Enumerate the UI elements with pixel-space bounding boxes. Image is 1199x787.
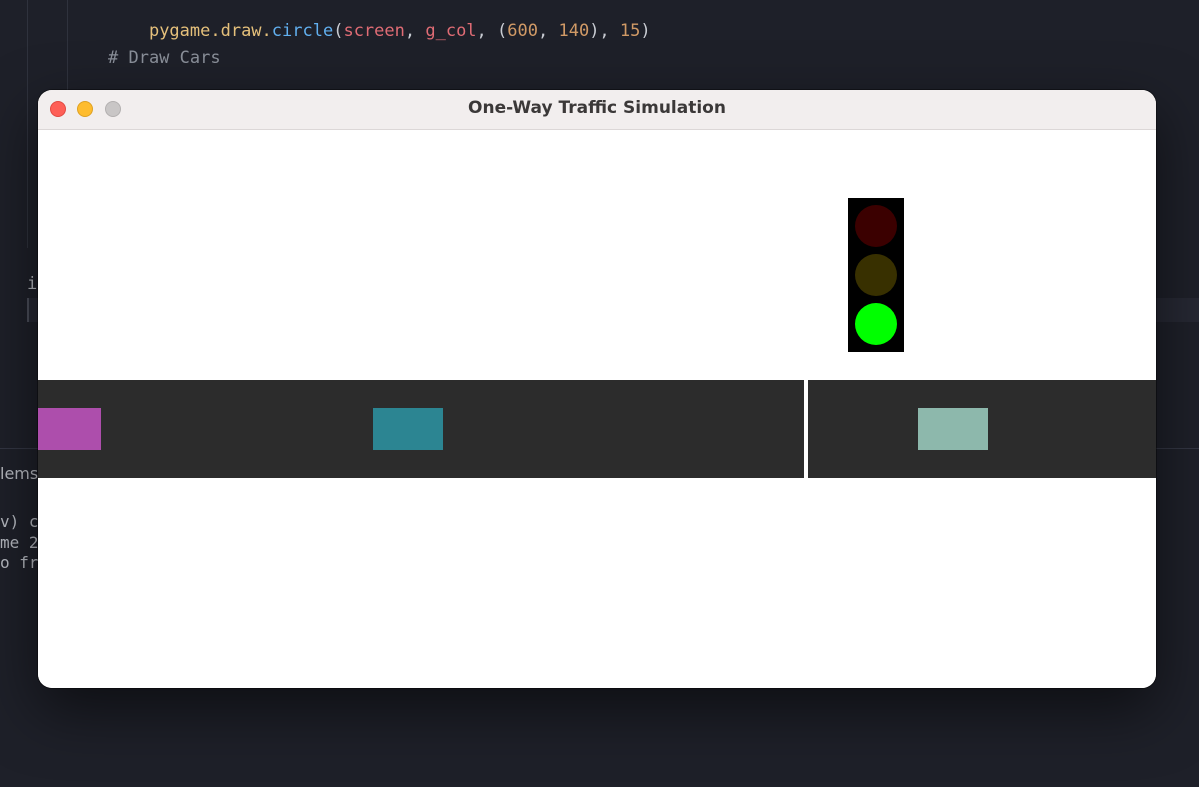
simulation-window[interactable]: One-Way Traffic Simulation [38, 90, 1156, 688]
code-token: circle [271, 21, 334, 41]
code-token: ) [640, 21, 651, 41]
code-token: ), [589, 21, 620, 41]
simulation-canvas[interactable] [38, 130, 1156, 688]
code-token: 140 [558, 21, 590, 41]
code-token: , [404, 21, 426, 41]
indent-guide [67, 0, 68, 90]
code-comment[interactable]: # Draw Cars [108, 47, 221, 69]
code-token: , ( [476, 21, 508, 41]
code-token: 15 [619, 21, 641, 41]
car-2 [373, 408, 443, 450]
yellow-lamp [855, 254, 897, 296]
terminal-text: me 2 [0, 533, 39, 552]
code-token: g_col [425, 21, 477, 41]
code-token: pygame.draw. [148, 21, 272, 41]
window-titlebar[interactable]: One-Way Traffic Simulation [38, 90, 1156, 130]
terminal-text: o fr [0, 553, 39, 572]
code-token: ( [333, 21, 344, 41]
code-token: , [537, 21, 559, 41]
red-lamp [855, 205, 897, 247]
panel-tab-problems[interactable]: lems [0, 464, 38, 483]
traffic-light [848, 198, 904, 352]
indent-guide [27, 0, 28, 248]
stop-line [804, 380, 808, 478]
road [38, 380, 1156, 478]
code-token: screen [343, 21, 405, 41]
terminal-text: v) c [0, 512, 39, 531]
window-title: One-Way Traffic Simulation [468, 98, 726, 118]
code-token: 600 [507, 21, 538, 41]
green-lamp [855, 303, 897, 345]
car-1 [38, 408, 101, 450]
code-fragment: i [27, 274, 38, 294]
car-3 [918, 408, 988, 450]
